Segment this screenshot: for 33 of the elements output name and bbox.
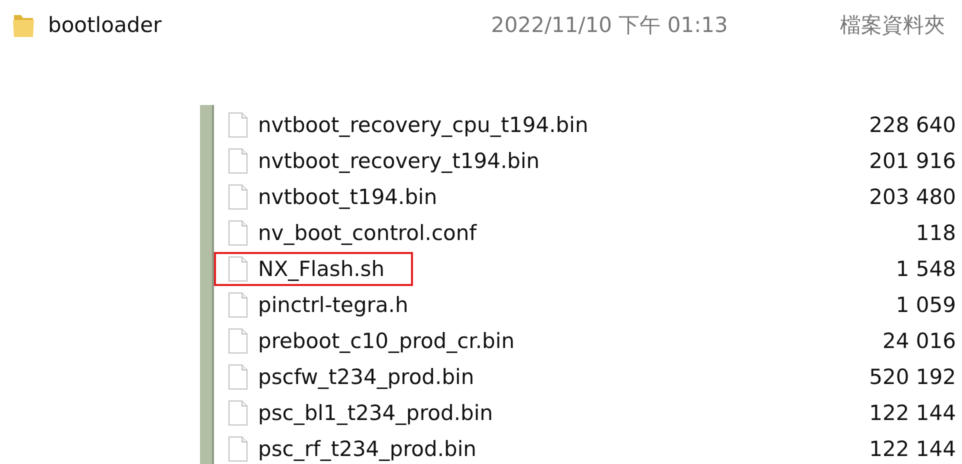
folder-name[interactable]: bootloader: [48, 13, 491, 37]
item-type: 檔案資料夾: [840, 12, 945, 39]
file-icon: [228, 328, 248, 354]
file-size: 201 916: [869, 149, 956, 173]
file-size: 24 016: [882, 329, 956, 353]
file-name[interactable]: nvtboot_recovery_cpu_t194.bin: [258, 113, 588, 137]
file-icon: [228, 148, 248, 174]
file-name[interactable]: NX_Flash.sh: [258, 257, 385, 281]
file-name[interactable]: nvtboot_t194.bin: [258, 185, 438, 209]
file-name[interactable]: nvtboot_recovery_t194.bin: [258, 149, 540, 173]
file-size: 122 144: [869, 401, 956, 425]
file-name[interactable]: preboot_c10_prod_cr.bin: [258, 329, 515, 353]
file-icon: [228, 292, 248, 318]
file-size: 122 144: [869, 437, 956, 461]
file-name[interactable]: psc_bl1_t234_prod.bin: [258, 401, 493, 425]
file-name[interactable]: psc_rf_t234_prod.bin: [258, 437, 476, 461]
file-size: 1 548: [896, 257, 956, 281]
file-icon: [228, 256, 248, 282]
file-icon: [228, 364, 248, 390]
file-size: 520 192: [869, 365, 956, 389]
file-size: 228 640: [869, 113, 956, 137]
file-icon: [228, 220, 248, 246]
file-name[interactable]: pscfw_t234_prod.bin: [258, 365, 474, 389]
file-icon: [228, 400, 248, 426]
file-icon: [228, 184, 248, 210]
file-name[interactable]: nv_boot_control.conf: [258, 221, 477, 245]
file-name[interactable]: pinctrl-tegra.h: [258, 293, 408, 317]
file-icon: [228, 436, 248, 462]
file-icon: [228, 112, 248, 138]
modified-date: 2022/11/10 下午 01:13: [491, 12, 729, 39]
file-size: 1 059: [896, 293, 956, 317]
file-size: 203 480: [869, 185, 956, 209]
file-size: 118: [916, 221, 956, 245]
